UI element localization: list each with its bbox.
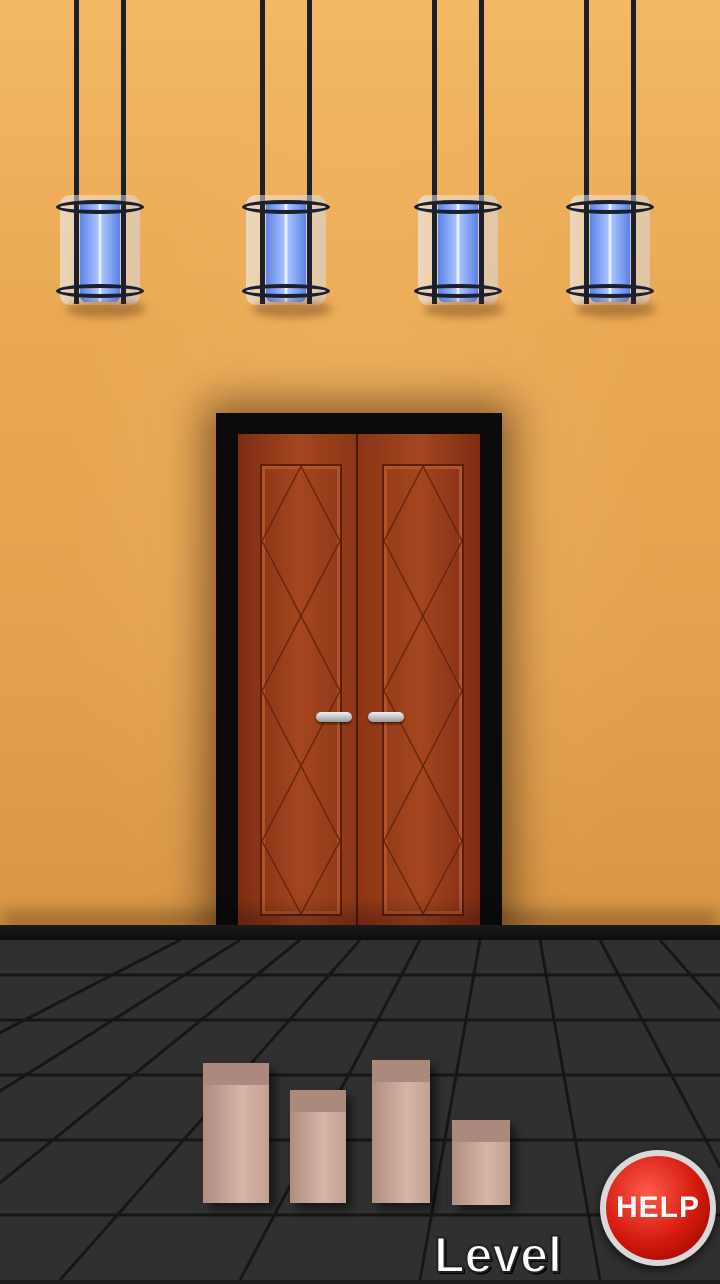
door-handle-right[interactable] — [368, 712, 404, 722]
door-handle-left[interactable] — [316, 712, 352, 722]
baseboard — [0, 925, 720, 941]
block-3[interactable] — [372, 1060, 430, 1203]
help-button[interactable]: HELP — [600, 1150, 716, 1266]
lantern-4[interactable] — [562, 0, 658, 320]
door-panel — [260, 464, 342, 916]
door-left-leaf[interactable] — [238, 434, 358, 943]
help-button-label: HELP — [615, 1191, 700, 1224]
lantern-2[interactable] — [238, 0, 334, 320]
double-door[interactable] — [238, 434, 480, 943]
block-2[interactable] — [290, 1090, 346, 1203]
door-right-leaf[interactable] — [360, 434, 480, 943]
block-4[interactable] — [452, 1120, 510, 1205]
door-panel — [382, 464, 464, 916]
block-1[interactable] — [203, 1063, 269, 1203]
lantern-1[interactable] — [52, 0, 148, 320]
level-label: Level — [433, 1226, 563, 1284]
lantern-3[interactable] — [410, 0, 506, 320]
